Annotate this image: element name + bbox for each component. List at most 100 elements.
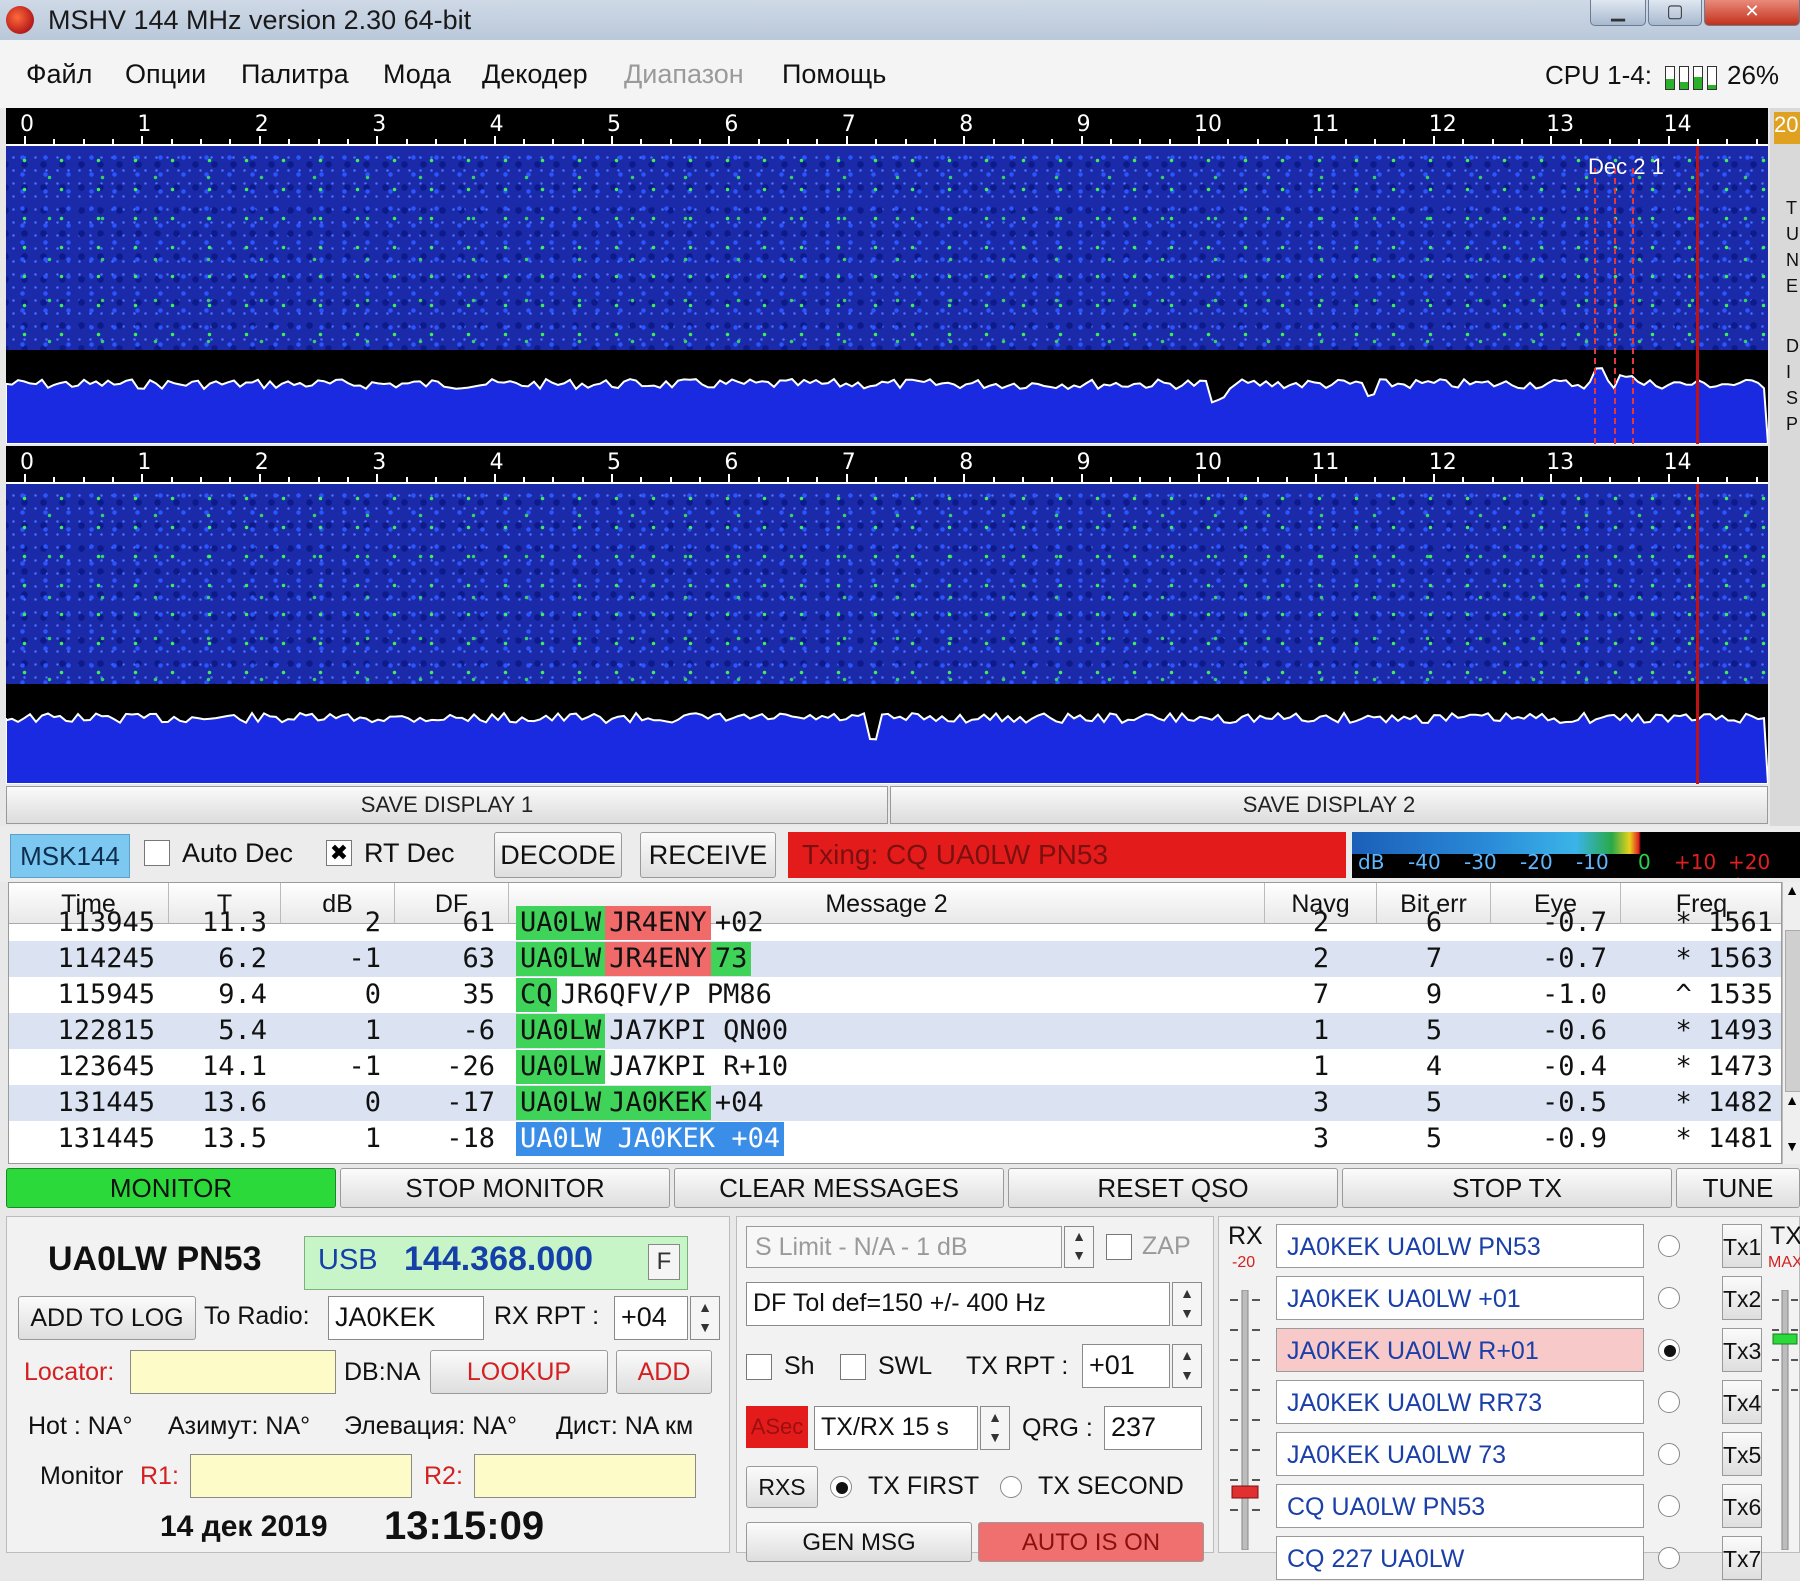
tx-macro-radio[interactable]: [1658, 1547, 1680, 1569]
sh-checkbox[interactable]: [746, 1354, 772, 1380]
tx-macro-field[interactable]: CQ UA0LW PN53: [1276, 1484, 1644, 1528]
tx-macro-field[interactable]: JA0KEK UA0LW R+01: [1276, 1328, 1644, 1372]
tx-macro-radio[interactable]: [1658, 1391, 1680, 1413]
decode-table[interactable]: Time T dB DF Message 2 Navg Bit err Eye …: [8, 882, 1782, 1164]
tx-macro-field[interactable]: CQ 227 UA0LW: [1276, 1536, 1644, 1580]
tx-macro-field[interactable]: JA0KEK UA0LW RR73: [1276, 1380, 1644, 1424]
decode-button[interactable]: DECODE: [494, 832, 622, 878]
r1-input[interactable]: [190, 1454, 412, 1498]
auto-dec-checkbox[interactable]: [144, 840, 170, 866]
menu-options[interactable]: Опции: [125, 58, 206, 90]
tx-macro-field[interactable]: JA0KEK UA0LW +01: [1276, 1276, 1644, 1320]
close-button[interactable]: ✕: [1704, 0, 1800, 26]
frequency-f-button[interactable]: F: [648, 1244, 680, 1280]
tx-second-radio[interactable]: [1000, 1476, 1022, 1498]
r2-input[interactable]: [474, 1454, 696, 1498]
reset-qso-button[interactable]: RESET QSO: [1008, 1168, 1338, 1208]
tx-macro-radio[interactable]: [1658, 1287, 1680, 1309]
minor-tick: [1286, 477, 1289, 482]
tx-macro-radio[interactable]: [1658, 1495, 1680, 1517]
menu-decoder[interactable]: Декодер: [482, 58, 588, 90]
scroll-thumb[interactable]: [1785, 930, 1800, 1092]
scroll-down-icon[interactable]: ▼: [1783, 1138, 1800, 1160]
table-row[interactable]: 113945 11.3 2 61 2 6 -0.7 * 1561 UA0LW JR4ENY +02: [9, 905, 1781, 941]
menu-band[interactable]: Диапазон: [624, 58, 744, 90]
tx-macro-button[interactable]: Tx4: [1722, 1380, 1762, 1424]
tx-macro-button[interactable]: Tx6: [1722, 1484, 1762, 1528]
table-row[interactable]: 131445 13.6 0 -17 3 5 -0.5 * 1482 UA0LW JA0KEK +04: [9, 1085, 1781, 1121]
zap-checkbox[interactable]: [1106, 1234, 1132, 1260]
tx-macro-button[interactable]: Tx5: [1722, 1432, 1762, 1476]
add-button[interactable]: ADD: [616, 1350, 712, 1394]
menu-help[interactable]: Помощь: [782, 58, 886, 90]
table-row[interactable]: 131445 13.5 1 -18 3 5 -0.9 * 1481 UA0LW JA0KEK +…: [9, 1121, 1781, 1157]
tick-mark: [1550, 136, 1553, 144]
tx-first-radio[interactable]: [830, 1476, 852, 1498]
minor-tick: [787, 477, 790, 482]
minor-tick: [757, 477, 760, 482]
add-to-log-button[interactable]: ADD TO LOG: [18, 1296, 196, 1340]
stop-monitor-button[interactable]: STOP MONITOR: [340, 1168, 670, 1208]
tx-macro-radio[interactable]: [1658, 1235, 1680, 1257]
asec-indicator[interactable]: ASec: [746, 1406, 808, 1448]
meter-label: dB: [1358, 850, 1385, 874]
save-display-2-button[interactable]: SAVE DISPLAY 2: [890, 786, 1768, 824]
tx-rpt-stepper[interactable]: ▲ ▼: [1172, 1344, 1202, 1388]
scroll-up-icon[interactable]: ▲: [1783, 882, 1800, 904]
cell-biterr: 4: [1425, 1051, 1443, 1082]
receive-button[interactable]: RECEIVE: [640, 832, 776, 878]
txrx-stepper[interactable]: ▲ ▼: [980, 1406, 1010, 1450]
minimize-button[interactable]: ▁: [1590, 0, 1646, 26]
waterfall-display-1[interactable]: 0123456789101112131415: [6, 108, 1768, 444]
locator-input[interactable]: [130, 1350, 336, 1394]
qrg-input[interactable]: 237: [1104, 1406, 1202, 1450]
txrx-period-field[interactable]: TX/RX 15 s: [814, 1406, 978, 1450]
table-row[interactable]: 123645 14.1 -1 -26 1 4 -0.4 * 1473 UA0LW JA7KPI R…: [9, 1049, 1781, 1085]
mode-badge[interactable]: MSK144: [10, 834, 130, 878]
tx-power-slider[interactable]: [1770, 1290, 1800, 1550]
waterfall-display-2[interactable]: 0123456789101112131415: [6, 446, 1768, 784]
rt-dec-checkbox[interactable]: ✖: [326, 840, 352, 866]
tx-macro-field[interactable]: JA0KEK UA0LW 73: [1276, 1432, 1644, 1476]
save-display-1-button[interactable]: SAVE DISPLAY 1: [6, 786, 888, 824]
minor-tick: [317, 477, 320, 482]
tx-macro-field[interactable]: JA0KEK UA0LW PN53: [1276, 1224, 1644, 1268]
tx-rpt-input[interactable]: +01: [1082, 1344, 1170, 1388]
s-limit-stepper[interactable]: ▲ ▼: [1064, 1226, 1094, 1268]
stop-tx-button[interactable]: STOP TX: [1342, 1168, 1672, 1208]
swl-checkbox[interactable]: [840, 1354, 866, 1380]
maximize-button[interactable]: ▢: [1648, 0, 1702, 26]
minor-tick: [1021, 477, 1024, 482]
tx-macro-button[interactable]: Tx1: [1722, 1224, 1762, 1268]
rx-rpt-stepper[interactable]: ▲ ▼: [690, 1296, 720, 1340]
cell-db: 0: [364, 1087, 381, 1118]
tx-macro-button[interactable]: Tx3: [1722, 1328, 1762, 1372]
df-tol-field[interactable]: DF Tol def=150 +/- 400 Hz: [746, 1282, 1170, 1326]
tx-macro-button[interactable]: Tx7: [1722, 1536, 1762, 1580]
tune-button[interactable]: TUNE: [1676, 1168, 1800, 1208]
table-row[interactable]: 114245 6.2 -1 63 2 7 -0.7 * 1563 UA0LW JR4ENY 73: [9, 941, 1781, 977]
menu-file[interactable]: Файл: [26, 58, 92, 90]
tx-macro-button[interactable]: Tx2: [1722, 1276, 1762, 1320]
rx-rpt-input[interactable]: +04: [614, 1296, 688, 1340]
menu-mode[interactable]: Мода: [383, 58, 451, 90]
lookup-button[interactable]: LOOKUP: [430, 1350, 608, 1394]
df-tol-stepper[interactable]: ▲ ▼: [1172, 1282, 1202, 1326]
minor-tick: [669, 139, 672, 144]
tx-macro-radio[interactable]: [1658, 1339, 1680, 1361]
to-radio-input[interactable]: JA0KEK: [328, 1296, 484, 1340]
scroll-up-icon[interactable]: ▲: [1783, 1092, 1800, 1114]
rx-gain-slider[interactable]: [1228, 1290, 1262, 1550]
menu-palette[interactable]: Палитра: [241, 58, 349, 90]
table-scrollbar[interactable]: ▲ ▲ ▼: [1782, 882, 1800, 1164]
gen-msg-button[interactable]: GEN MSG: [746, 1522, 972, 1562]
clear-messages-button[interactable]: CLEAR MESSAGES: [674, 1168, 1004, 1208]
table-row[interactable]: 115945 9.4 0 35 7 9 -1.0 ^ 1535 CQ JR6QFV/P PM86: [9, 977, 1781, 1013]
cell-df: -18: [446, 1123, 495, 1154]
tx-macro-radio[interactable]: [1658, 1443, 1680, 1465]
monitor-button[interactable]: MONITOR: [6, 1168, 336, 1208]
auto-on-button[interactable]: AUTO IS ON: [978, 1522, 1204, 1562]
rxs-button[interactable]: RXS: [746, 1466, 818, 1508]
s-limit-field[interactable]: S Limit - N/A - 1 dB: [746, 1226, 1062, 1268]
table-row[interactable]: 122815 5.4 1 -6 1 5 -0.6 * 1493 UA0LW JA7KPI QN00: [9, 1013, 1781, 1049]
